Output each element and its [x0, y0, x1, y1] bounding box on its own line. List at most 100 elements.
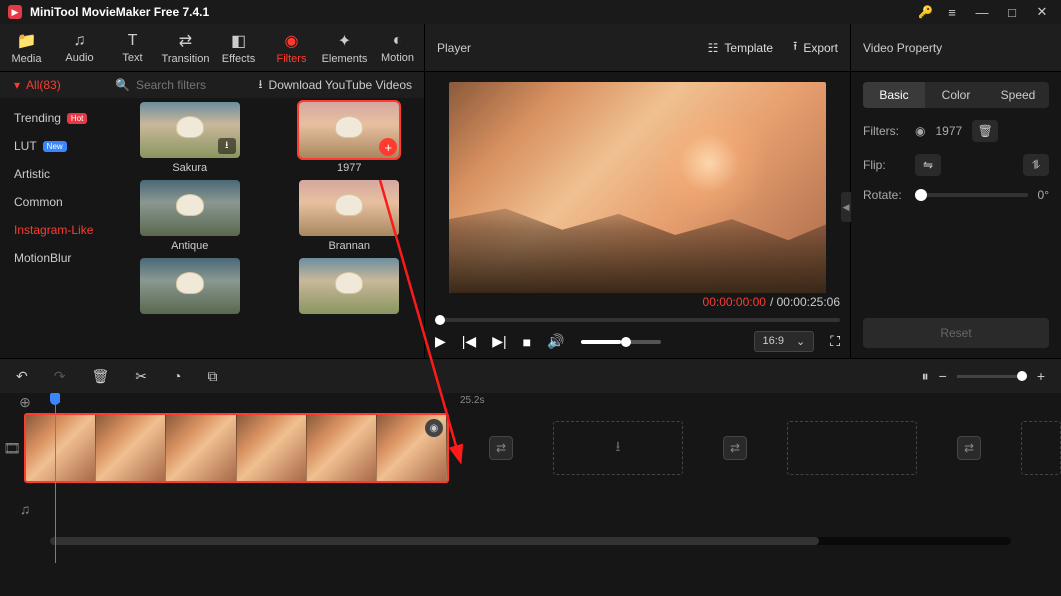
search-icon: 🔍 — [115, 78, 130, 92]
prop-tab-speed[interactable]: Speed — [987, 82, 1049, 108]
tab-label: Effects — [222, 53, 255, 65]
seek-slider[interactable] — [435, 318, 840, 322]
minimize-button[interactable]: — — [971, 5, 993, 20]
search-input[interactable] — [136, 78, 236, 92]
volume-slider[interactable] — [581, 340, 661, 344]
timeline-scrollbar[interactable] — [50, 537, 1011, 545]
timeline-fit-button[interactable]: ⏸ — [922, 368, 929, 385]
transition-slot[interactable]: ⇄ — [489, 436, 513, 460]
layers-icon: ☷ — [708, 41, 719, 55]
rotate-label: Rotate: — [863, 188, 905, 202]
tab-motion[interactable]: ◐ Motion — [371, 24, 424, 72]
filter-thumb-1977[interactable]: + — [299, 102, 399, 158]
filters-label: Filters: — [863, 124, 905, 138]
music-icon: ♫ — [74, 32, 86, 50]
zoom-slider[interactable] — [957, 375, 1027, 378]
filters-icon: ◉ — [285, 31, 299, 51]
filter-thumb[interactable] — [140, 258, 240, 314]
prev-frame-button[interactable]: |◀ — [462, 333, 476, 350]
filter-thumb[interactable] — [299, 258, 399, 314]
zoom-out-button[interactable]: − — [939, 368, 947, 384]
flip-vertical-button[interactable]: ⥮ — [1023, 154, 1049, 176]
filter-thumb-brannan[interactable] — [299, 180, 399, 236]
category-motionblur[interactable]: MotionBlur — [0, 244, 115, 272]
rotate-slider[interactable] — [915, 193, 1028, 197]
category-trending[interactable]: TrendingHot — [0, 104, 115, 132]
zoom-in-button[interactable]: + — [1037, 368, 1045, 384]
split-button[interactable]: ✂ — [135, 368, 147, 385]
speed-button[interactable]: ◔ — [173, 368, 181, 384]
media-drop-slot[interactable] — [1021, 421, 1061, 475]
add-icon[interactable]: + — [379, 138, 397, 156]
prop-tab-color[interactable]: Color — [925, 82, 987, 108]
flip-label: Flip: — [863, 158, 905, 172]
redo-button[interactable]: ↷ — [54, 368, 66, 385]
motion-icon: ◐ — [393, 32, 403, 50]
tab-text[interactable]: TText — [106, 24, 159, 72]
tab-label: Transition — [162, 53, 210, 65]
text-icon: T — [128, 32, 138, 50]
timeline-clip[interactable]: ◉ — [24, 413, 449, 483]
menu-icon[interactable]: ≡ — [941, 5, 963, 20]
tab-filters[interactable]: ◉Filters — [265, 24, 318, 72]
tab-transition[interactable]: ⇄ Transition — [159, 24, 212, 72]
transition-slot[interactable]: ⇄ — [957, 436, 981, 460]
delete-filter-button[interactable]: 🗑 — [972, 120, 998, 142]
transition-icon: ⇄ — [179, 31, 192, 51]
category-lut[interactable]: LUTNew — [0, 132, 115, 160]
fullscreen-button[interactable]: ⛶ — [830, 333, 840, 350]
media-drop-slot[interactable] — [787, 421, 917, 475]
flip-horizontal-button[interactable]: ⇋ — [915, 154, 941, 176]
category-instagram-like[interactable]: Instagram-Like — [0, 216, 115, 244]
filter-thumb-sakura[interactable]: ⭳ — [140, 102, 240, 158]
delete-button[interactable]: 🗑 — [91, 368, 109, 385]
tab-effects[interactable]: ◧Effects — [212, 24, 265, 72]
video-track-icon[interactable]: 🎞 — [0, 440, 24, 457]
tab-label: Motion — [381, 52, 414, 64]
new-badge: New — [43, 141, 67, 152]
elements-icon: ✦ — [338, 31, 351, 51]
clip-filter-badge: ◉ — [425, 419, 443, 437]
chevron-down-icon: ▾ — [14, 78, 20, 92]
filter-applied-icon: ◉ — [915, 124, 925, 138]
close-button[interactable]: ✕ — [1031, 4, 1053, 20]
template-button[interactable]: ☷Template — [708, 37, 773, 58]
audio-track-icon[interactable]: ♫ — [0, 501, 50, 517]
folder-icon: 📁 — [17, 31, 37, 51]
filter-thumb-antique[interactable] — [140, 180, 240, 236]
volume-icon[interactable]: 🔊 — [547, 333, 564, 350]
transition-slot[interactable]: ⇄ — [723, 436, 747, 460]
export-button[interactable]: ⭱Export — [793, 37, 838, 58]
stop-button[interactable]: ■ — [523, 334, 531, 350]
app-title: MiniTool MovieMaker Free 7.4.1 — [30, 5, 209, 19]
aspect-ratio-select[interactable]: 16:9⌄ — [754, 331, 815, 352]
media-drop-slot[interactable]: ⭳ — [553, 421, 683, 475]
undo-button[interactable]: ↶ — [16, 368, 28, 385]
next-frame-button[interactable]: ▶| — [492, 333, 506, 350]
tab-label: Media — [12, 53, 42, 65]
filter-applied-name: 1977 — [935, 124, 962, 138]
maximize-button[interactable]: □ — [1001, 5, 1023, 20]
tab-elements[interactable]: ✦Elements — [318, 24, 371, 72]
download-icon: ⭳ — [258, 75, 262, 96]
time-current: 00:00:00:00 — [703, 295, 766, 309]
player-title: Player — [437, 41, 471, 55]
category-artistic[interactable]: Artistic — [0, 160, 115, 188]
rotate-value: 0° — [1038, 188, 1049, 202]
tab-media[interactable]: 📁 Media — [0, 24, 53, 72]
panel-expand-handle[interactable]: ◀ — [841, 192, 851, 222]
playhead[interactable] — [55, 393, 56, 563]
reset-button[interactable]: Reset — [863, 318, 1049, 348]
key-icon[interactable]: 🔑 — [918, 5, 933, 19]
tab-audio[interactable]: ♫ Audio — [53, 24, 106, 72]
tab-label: Audio — [65, 52, 93, 64]
app-logo: ▶ — [8, 5, 22, 19]
download-youtube-button[interactable]: ⭳ Download YouTube Videos — [258, 75, 424, 96]
crop-button[interactable]: ⧉ — [207, 368, 217, 385]
filter-all-dropdown[interactable]: ▾ All(83) — [0, 78, 115, 92]
play-button[interactable]: ▶ — [435, 333, 446, 350]
prop-tab-basic[interactable]: Basic — [863, 82, 925, 108]
category-common[interactable]: Common — [0, 188, 115, 216]
video-property-title: Video Property — [863, 41, 942, 55]
download-icon[interactable]: ⭳ — [218, 138, 236, 154]
